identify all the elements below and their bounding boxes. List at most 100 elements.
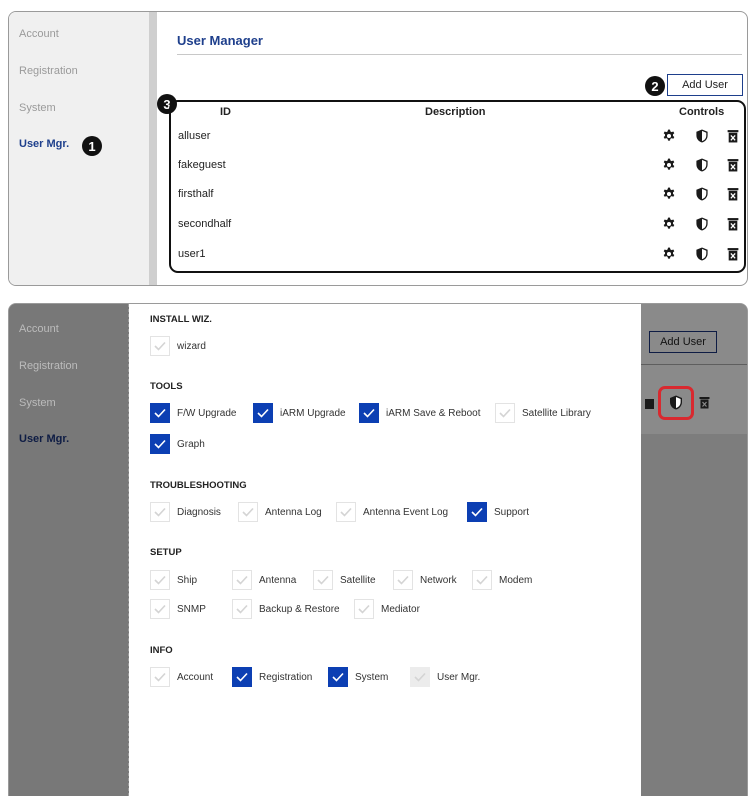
user-id: user1 (178, 248, 206, 260)
background-divider (641, 364, 747, 365)
table-row: firsthalf (171, 183, 744, 207)
checkbox-checked-icon (467, 502, 487, 522)
checkbox-checked-icon (150, 434, 170, 454)
settings-gear-icon[interactable] (662, 158, 676, 172)
callout-1: 1 (82, 136, 102, 156)
permission-checkbox-wizard[interactable]: wizard (150, 336, 206, 356)
settings-gear-icon[interactable] (662, 129, 676, 143)
checkbox-checked-icon (150, 403, 170, 423)
permission-checkbox-satellite[interactable]: Satellite (313, 570, 376, 590)
checkbox-unchecked-icon (232, 570, 252, 590)
permissions-shield-icon[interactable] (695, 129, 709, 143)
permission-checkbox-mediator[interactable]: Mediator (354, 599, 420, 619)
permission-label: Ship (177, 574, 198, 586)
shield-icon-highlight (658, 386, 694, 420)
sidebar-item-system[interactable]: System (19, 102, 56, 114)
permission-label: Antenna Event Log (363, 506, 449, 518)
permission-label: Network (420, 574, 457, 586)
checkbox-unchecked-icon (232, 599, 252, 619)
permission-label: F/W Upgrade (177, 407, 237, 419)
permissions-shield-icon[interactable] (695, 247, 709, 261)
permission-checkbox-snmp[interactable]: SNMP (150, 599, 206, 619)
checkbox-unchecked-icon (150, 599, 170, 619)
permission-label: Antenna (259, 574, 297, 586)
checkbox-unchecked-icon (150, 570, 170, 590)
permissions-shield-icon[interactable] (695, 187, 709, 201)
permission-checkbox-graph[interactable]: Graph (150, 434, 205, 454)
permission-label: User Mgr. (437, 671, 481, 683)
permission-checkbox-f-w-upgrade[interactable]: F/W Upgrade (150, 403, 236, 423)
delete-trash-icon[interactable] (727, 158, 741, 172)
checkbox-unchecked-icon (354, 599, 374, 619)
section-title-install-wiz: INSTALL WIZ. (150, 314, 212, 325)
checkbox-unchecked-icon (393, 570, 413, 590)
table-row: user1 (171, 243, 744, 267)
permission-checkbox-satellite-library[interactable]: Satellite Library (495, 403, 591, 423)
permission-label: Satellite (340, 574, 376, 586)
permission-checkbox-support[interactable]: Support (467, 502, 529, 522)
permission-checkbox-modem[interactable]: Modem (472, 570, 532, 590)
permission-label: SNMP (177, 603, 206, 615)
column-header-id: ID (220, 106, 231, 118)
sidebar-divider (149, 12, 157, 285)
checkbox-unchecked-icon (150, 667, 170, 687)
add-user-button[interactable]: Add User (667, 74, 743, 96)
section-title-troubleshooting: TROUBLESHOOTING (150, 480, 247, 491)
user-manager-screenshot: Account Registration System User Mgr. 1 … (8, 11, 748, 286)
background-table-area (641, 304, 747, 434)
column-header-description: Description (425, 106, 486, 118)
permission-label: iARM Save & Reboot (386, 407, 481, 419)
delete-trash-icon[interactable] (727, 187, 741, 201)
permission-checkbox-iarm-upgrade[interactable]: iARM Upgrade (253, 403, 346, 423)
delete-trash-icon[interactable] (727, 129, 741, 143)
permissions-shield-icon[interactable] (695, 217, 709, 231)
settings-gear-icon[interactable] (662, 187, 676, 201)
permission-checkbox-antenna[interactable]: Antenna (232, 570, 296, 590)
permission-checkbox-iarm-save-reboot[interactable]: iARM Save & Reboot (359, 403, 481, 423)
column-header-controls: Controls (679, 106, 725, 118)
permission-label: Account (177, 671, 214, 683)
table-row: fakeguest (171, 154, 744, 178)
permission-label: Backup & Restore (259, 603, 340, 615)
sidebar-item-account[interactable]: Account (19, 28, 59, 40)
user-id: secondhalf (178, 218, 232, 230)
settings-gear-icon[interactable] (662, 217, 676, 231)
permission-checkbox-backup-restore[interactable]: Backup & Restore (232, 599, 340, 619)
settings-gear-icon[interactable] (662, 247, 676, 261)
checkbox-unchecked-icon (472, 570, 492, 590)
checkbox-checked-icon (359, 403, 379, 423)
delete-trash-icon[interactable] (727, 217, 741, 231)
permission-label: Support (494, 506, 530, 518)
checkbox-checked-icon (328, 667, 348, 687)
sidebar-item-system: System (19, 397, 56, 409)
permission-checkbox-ship[interactable]: Ship (150, 570, 197, 590)
permission-label: Modem (499, 574, 533, 586)
user-id: firsthalf (178, 188, 214, 200)
sidebar-item-registration[interactable]: Registration (19, 65, 78, 77)
permission-label: Antenna Log (265, 506, 322, 518)
permissions-shield-icon[interactable] (695, 158, 709, 172)
section-title-info: INFO (150, 645, 173, 656)
permission-label: Graph (177, 438, 205, 450)
checkbox-unchecked-icon (313, 570, 333, 590)
sidebar-item-account: Account (19, 323, 59, 335)
permissions-dialog-screenshot: Account Registration System User Mgr. Ad… (8, 303, 748, 796)
permission-checkbox-account[interactable]: Account (150, 667, 213, 687)
permission-checkbox-antenna-log[interactable]: Antenna Log (238, 502, 322, 522)
permission-checkbox-network[interactable]: Network (393, 570, 457, 590)
permission-checkbox-antenna-event-log[interactable]: Antenna Event Log (336, 502, 448, 522)
checkbox-unchecked-icon (150, 502, 170, 522)
permission-checkbox-diagnosis[interactable]: Diagnosis (150, 502, 221, 522)
checkbox-unchecked-icon (150, 336, 170, 356)
checkbox-unchecked-icon (238, 502, 258, 522)
page-title: User Manager (177, 33, 263, 48)
permission-label: iARM Upgrade (280, 407, 346, 419)
title-divider (177, 54, 742, 55)
sidebar-item-user-mgr[interactable]: User Mgr. (19, 138, 69, 150)
permission-checkbox-system[interactable]: System (328, 667, 388, 687)
checkbox-checked-icon (253, 403, 273, 423)
delete-trash-icon[interactable] (727, 247, 741, 261)
user-id: alluser (178, 130, 211, 142)
permission-checkbox-registration[interactable]: Registration (232, 667, 312, 687)
checkbox-unchecked-icon (410, 667, 430, 687)
